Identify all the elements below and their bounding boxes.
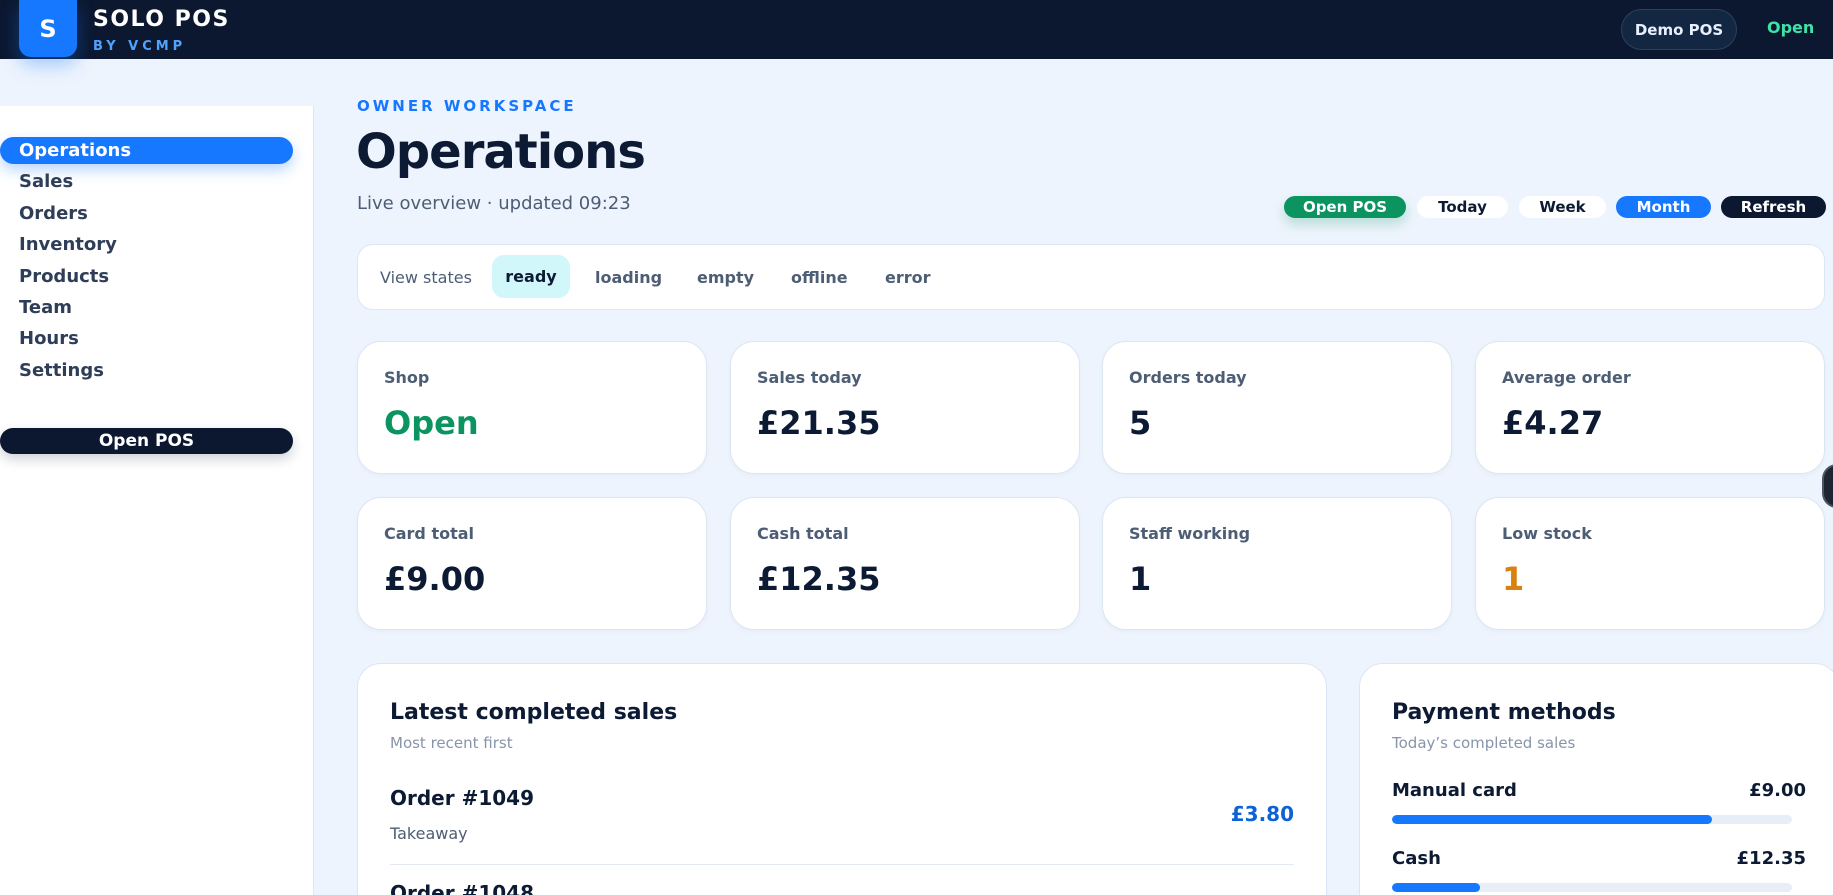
stat-card-shop: Shop Open bbox=[357, 341, 707, 474]
stat-label: Orders today bbox=[1129, 368, 1247, 387]
state-ready-chip[interactable]: ready bbox=[492, 255, 570, 298]
state-loading-chip[interactable]: loading bbox=[595, 268, 662, 287]
stat-card-low-stock: Low stock 1 bbox=[1475, 497, 1825, 630]
shop-status-indicator: Open bbox=[1767, 18, 1815, 37]
stat-value: 1 bbox=[1129, 560, 1152, 598]
sidebar bbox=[0, 106, 314, 895]
stat-value: £12.35 bbox=[757, 560, 881, 598]
stat-value: £4.27 bbox=[1502, 404, 1604, 442]
payment-method-value: £9.00 bbox=[1749, 780, 1806, 801]
payment-method-bar-fill bbox=[1392, 815, 1712, 824]
stat-card-cash-total: Cash total £12.35 bbox=[730, 497, 1080, 630]
payment-methods-panel: Payment methods Today’s completed sales … bbox=[1359, 663, 1833, 895]
stat-label: Staff working bbox=[1129, 524, 1251, 543]
order-title[interactable]: Order #1049 bbox=[390, 786, 534, 810]
sidebar-item-products[interactable]: Products bbox=[19, 266, 109, 287]
workspace-eyebrow: OWNER WORKSPACE bbox=[357, 97, 577, 115]
payment-method-bar bbox=[1392, 883, 1792, 892]
demo-pos-badge[interactable]: Demo POS bbox=[1621, 9, 1737, 50]
view-states-label: View states bbox=[380, 268, 472, 287]
range-month-button[interactable]: Month bbox=[1616, 196, 1711, 218]
stat-value: 1 bbox=[1502, 560, 1525, 598]
sidebar-item-orders[interactable]: Orders bbox=[19, 203, 88, 224]
open-pos-button[interactable]: Open POS bbox=[1284, 196, 1406, 218]
latest-sales-title: Latest completed sales bbox=[390, 700, 678, 725]
page-subtitle: Live overview · updated 09:23 bbox=[357, 193, 631, 214]
list-divider bbox=[390, 864, 1294, 865]
range-today-button[interactable]: Today bbox=[1417, 196, 1508, 218]
stat-label: Shop bbox=[384, 368, 430, 387]
order-title[interactable]: Order #1048 bbox=[390, 881, 534, 895]
app-logo[interactable]: S bbox=[19, 0, 77, 57]
payment-methods-title: Payment methods bbox=[1392, 700, 1616, 725]
brand-subtitle: BY VCMP bbox=[93, 39, 187, 54]
order-amount: £3.80 bbox=[1230, 802, 1294, 826]
state-empty-chip[interactable]: empty bbox=[697, 268, 754, 287]
top-bar: S SOLO POS BY VCMP Demo POS Open bbox=[0, 0, 1833, 59]
order-type: Takeaway bbox=[390, 824, 468, 843]
stat-label: Average order bbox=[1502, 368, 1631, 387]
sidebar-item-inventory[interactable]: Inventory bbox=[19, 234, 117, 255]
sidebar-item-team[interactable]: Team bbox=[19, 297, 72, 318]
latest-sales-panel: Latest completed sales Most recent first… bbox=[357, 663, 1327, 895]
stat-label: Sales today bbox=[757, 368, 862, 387]
stat-value: Open bbox=[384, 404, 479, 442]
state-error-chip[interactable]: error bbox=[885, 268, 931, 287]
stat-card-sales-today: Sales today £21.35 bbox=[730, 341, 1080, 474]
range-week-button[interactable]: Week bbox=[1519, 196, 1606, 218]
brand-name: SOLO POS bbox=[93, 7, 230, 32]
page-title: Operations bbox=[356, 124, 646, 180]
stat-card-orders-today: Orders today 5 bbox=[1102, 341, 1452, 474]
stat-value: 5 bbox=[1129, 404, 1152, 442]
stat-card-average-order: Average order £4.27 bbox=[1475, 341, 1825, 474]
stat-card-card-total: Card total £9.00 bbox=[357, 497, 707, 630]
sidebar-item-operations[interactable]: Operations bbox=[0, 137, 293, 164]
payment-method-bar bbox=[1392, 815, 1792, 824]
payment-methods-subtitle: Today’s completed sales bbox=[1392, 734, 1576, 752]
payment-method-label: Manual card bbox=[1392, 780, 1517, 801]
stat-label: Card total bbox=[384, 524, 475, 543]
stat-label: Cash total bbox=[757, 524, 849, 543]
sidebar-open-pos-button[interactable]: Open POS bbox=[0, 428, 293, 454]
state-offline-chip[interactable]: offline bbox=[791, 268, 848, 287]
latest-sales-subtitle: Most recent first bbox=[390, 734, 513, 752]
sidebar-item-hours[interactable]: Hours bbox=[19, 328, 79, 349]
payment-method-bar-fill bbox=[1392, 883, 1480, 892]
refresh-button[interactable]: Refresh bbox=[1721, 196, 1826, 218]
stat-value: £9.00 bbox=[384, 560, 486, 598]
floating-scroll-handle[interactable] bbox=[1822, 464, 1833, 508]
stat-card-staff-working: Staff working 1 bbox=[1102, 497, 1452, 630]
sidebar-item-settings[interactable]: Settings bbox=[19, 360, 104, 381]
payment-method-value: £12.35 bbox=[1736, 848, 1806, 869]
stat-value: £21.35 bbox=[757, 404, 881, 442]
payment-method-label: Cash bbox=[1392, 848, 1441, 869]
stat-label: Low stock bbox=[1502, 524, 1592, 543]
sidebar-item-sales[interactable]: Sales bbox=[19, 171, 73, 192]
view-states-bar: View states ready loading empty offline … bbox=[357, 244, 1825, 310]
